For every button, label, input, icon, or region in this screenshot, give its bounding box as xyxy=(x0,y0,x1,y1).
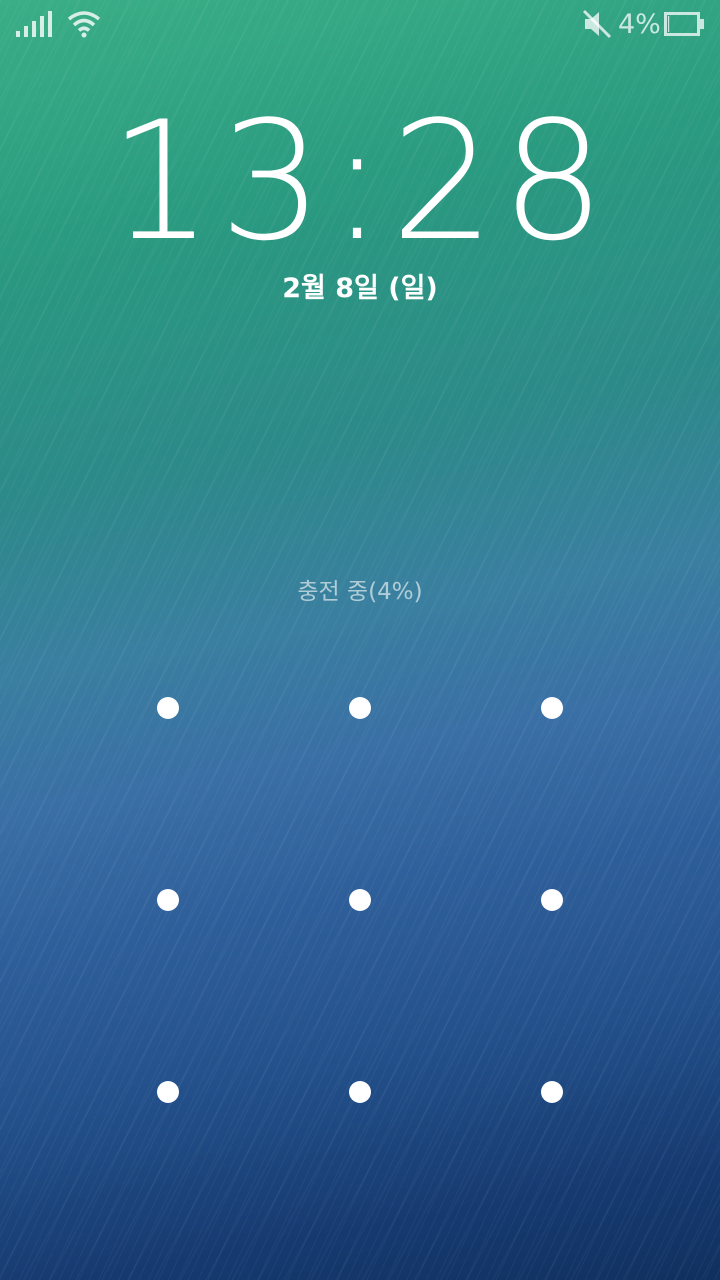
pattern-dot[interactable] xyxy=(349,889,371,911)
pattern-dot[interactable] xyxy=(349,697,371,719)
pattern-dot[interactable] xyxy=(157,697,179,719)
pattern-dot[interactable] xyxy=(541,697,563,719)
pattern-dot[interactable] xyxy=(541,1081,563,1103)
pattern-dot[interactable] xyxy=(541,889,563,911)
pattern-dot[interactable] xyxy=(157,889,179,911)
pattern-lock-grid[interactable] xyxy=(0,0,720,1280)
pattern-dot[interactable] xyxy=(157,1081,179,1103)
pattern-dot[interactable] xyxy=(349,1081,371,1103)
